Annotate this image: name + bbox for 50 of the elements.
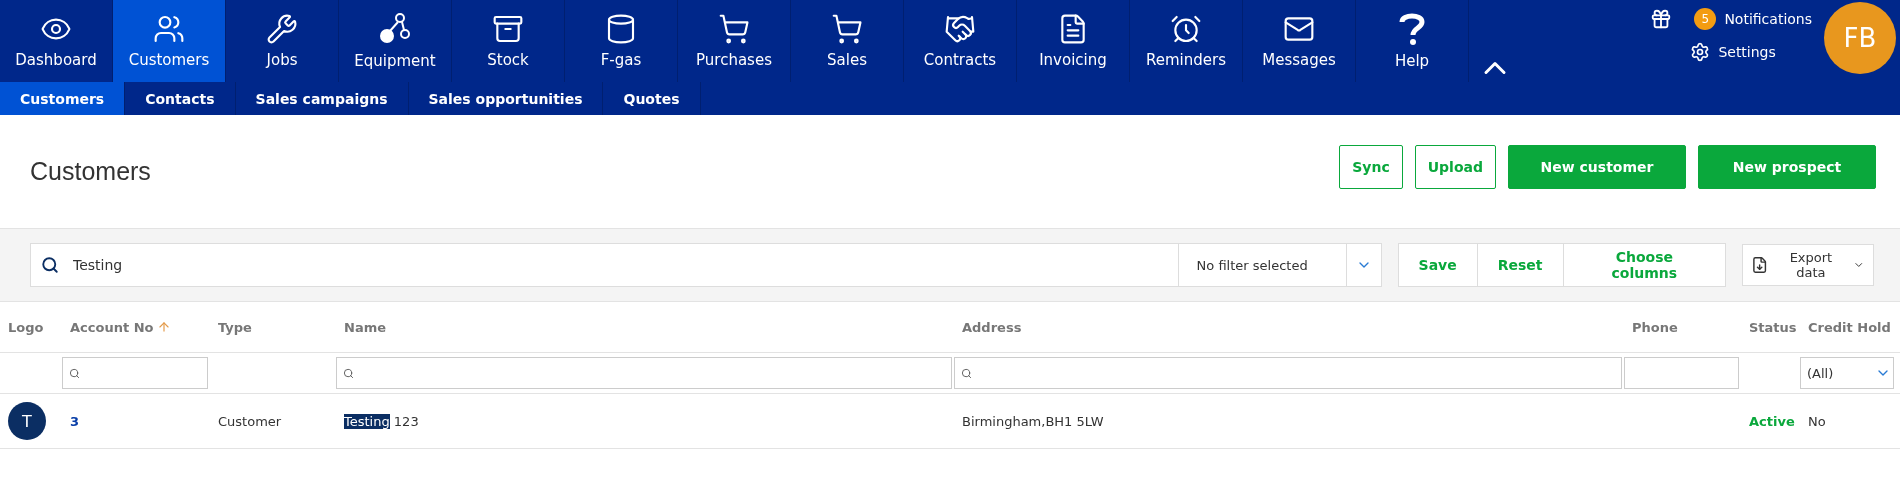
- search-icon: [41, 256, 59, 274]
- column-header[interactable]: Type: [218, 319, 252, 335]
- column-header[interactable]: Account No: [70, 319, 154, 335]
- column-header[interactable]: Address: [962, 319, 1022, 335]
- column-header[interactable]: Credit Hold: [1808, 319, 1891, 335]
- table-cell: No: [1808, 413, 1826, 429]
- handshake-icon: [944, 13, 976, 45]
- table-cell: Birmingham,BH1 5LW: [962, 413, 1104, 429]
- cylinder-icon: [605, 13, 637, 45]
- cart-icon: [831, 13, 863, 45]
- export-button[interactable]: Export data: [1742, 244, 1874, 286]
- table-cell: Customer: [218, 413, 282, 429]
- subnav-tab[interactable]: Customers: [0, 82, 126, 115]
- search-field[interactable]: Testing No filter selected: [30, 243, 1382, 287]
- settings-icon[interactable]: [1690, 42, 1711, 62]
- users-icon: [153, 13, 185, 45]
- alarm-clock-icon: [1170, 13, 1202, 45]
- column-header[interactable]: Logo: [8, 319, 44, 335]
- cart-icon: [718, 13, 750, 45]
- notifications-link[interactable]: Notifications: [1724, 11, 1812, 27]
- notification-count: 5: [1694, 8, 1717, 30]
- column-filter-field[interactable]: [954, 357, 1622, 389]
- column-filter-field[interactable]: [1624, 357, 1739, 389]
- search-icon: [69, 367, 80, 379]
- file-export-icon: [1751, 256, 1769, 274]
- column-header[interactable]: Name: [344, 319, 386, 335]
- subnav-tab[interactable]: Sales opportunities: [408, 82, 604, 115]
- subnav-tab[interactable]: Sales campaigns: [235, 82, 409, 115]
- gift-icon[interactable]: [1650, 8, 1673, 30]
- column-filter-field[interactable]: [336, 357, 952, 389]
- subnav-tab[interactable]: Quotes: [603, 82, 701, 115]
- nav-tab[interactable]: Customers: [113, 0, 226, 82]
- filter-dropdown[interactable]: No filter selected: [1177, 244, 1346, 286]
- column-filter-field[interactable]: [62, 357, 208, 389]
- cabinet-icon: [492, 13, 524, 45]
- search-icon: [961, 367, 972, 379]
- status-label: Active: [1749, 413, 1795, 429]
- settings-link[interactable]: Settings: [1718, 44, 1776, 60]
- help-icon: [1399, 12, 1425, 46]
- page-title: Customers: [30, 157, 151, 186]
- subnav-tab[interactable]: Contacts: [125, 82, 236, 115]
- wrench-icon: [266, 13, 298, 45]
- customer-name: Testing 123: [344, 413, 419, 429]
- search-icon: [343, 367, 354, 379]
- customer-avatar: T: [8, 402, 46, 440]
- credit-hold-filter[interactable]: (All): [1800, 357, 1894, 389]
- column-header[interactable]: Phone: [1632, 319, 1678, 335]
- column-header[interactable]: Status: [1749, 319, 1797, 335]
- account-link[interactable]: 3: [70, 413, 80, 429]
- export-label: Export data: [1788, 250, 1834, 280]
